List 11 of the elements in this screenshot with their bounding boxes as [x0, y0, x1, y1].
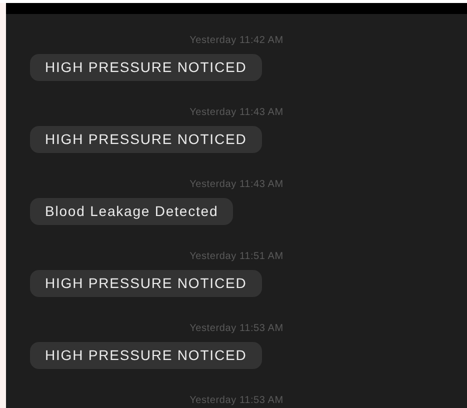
message-timestamp: Yesterday 11:42 AM	[190, 34, 284, 48]
message-timestamp: Yesterday 11:53 AM	[190, 322, 284, 336]
message-timestamp: Yesterday 11:53 AM	[190, 394, 284, 408]
message-timestamp: Yesterday 11:43 AM	[190, 106, 284, 120]
message-bubble: HIGH PRESSURE NOTICED	[30, 126, 262, 153]
message-bubble: Blood Leakage Detected	[30, 198, 234, 225]
message-timestamp: Yesterday 11:43 AM	[190, 178, 284, 192]
message-bubble: HIGH PRESSURE NOTICED	[30, 270, 262, 297]
message-bubble: HIGH PRESSURE NOTICED	[30, 342, 262, 369]
message-timestamp: Yesterday 11:51 AM	[190, 250, 284, 264]
message-bubble: HIGH PRESSURE NOTICED	[30, 54, 262, 81]
